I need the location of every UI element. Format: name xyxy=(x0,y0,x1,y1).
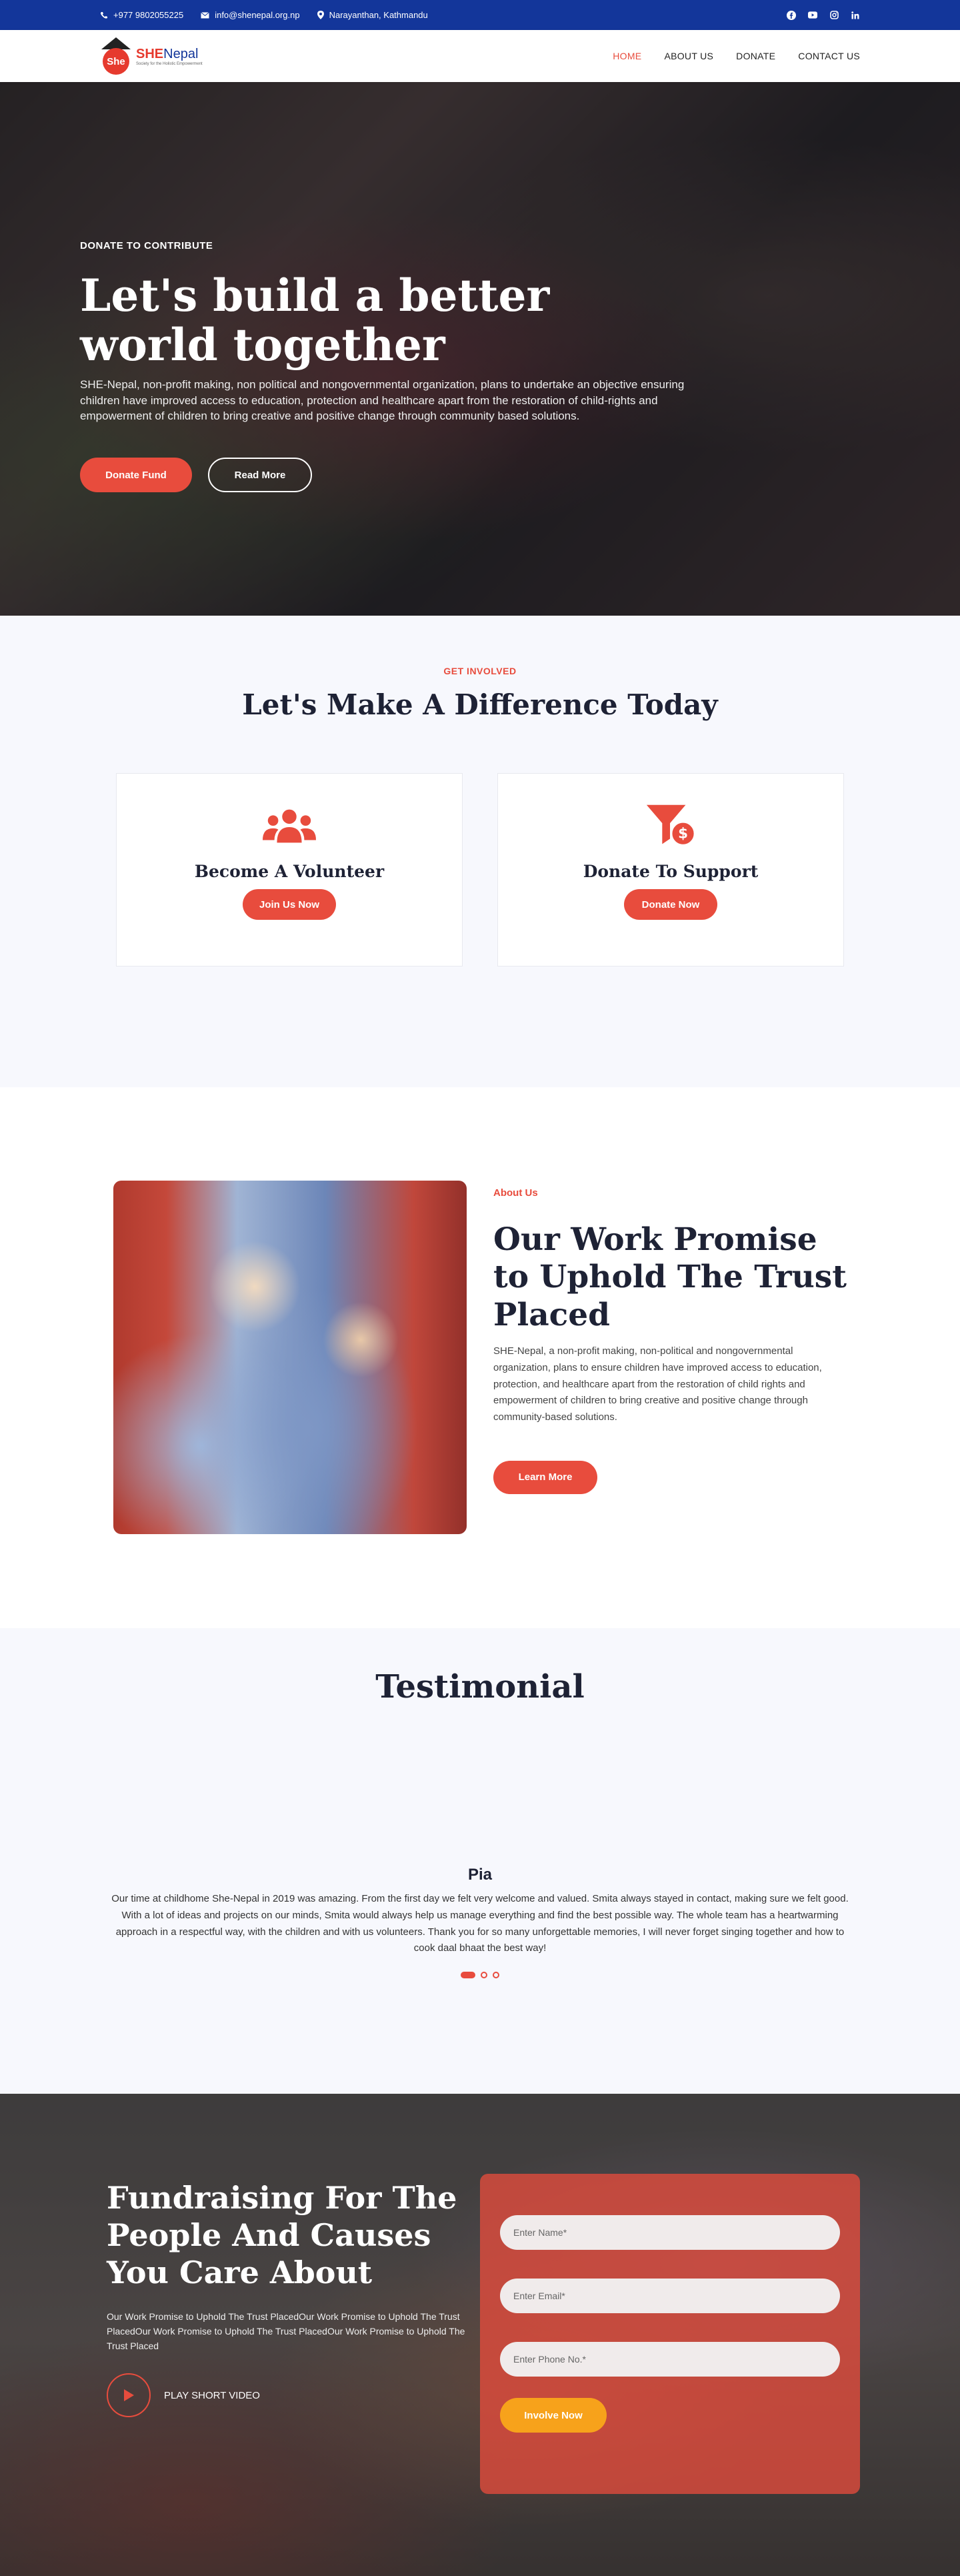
carousel-dot[interactable] xyxy=(481,1972,487,1978)
hero-title: Let's build a better world together xyxy=(80,269,550,371)
involve-form: Involve Now xyxy=(480,2174,860,2494)
phone-input[interactable] xyxy=(500,2342,840,2377)
play-video-label: PLAY SHORT VIDEO xyxy=(164,2389,260,2401)
contact-info: +977 9802055225 info@shenepal.org.np Nar… xyxy=(100,10,428,20)
read-more-button[interactable]: Read More xyxy=(208,458,312,493)
hero-text: SHE-Nepal, non-profit making, non politi… xyxy=(80,378,685,423)
hero-buttons: Donate Fund Read More xyxy=(80,458,720,493)
fundraising-section: Fundraising For The People And Causes Yo… xyxy=(0,2094,960,2576)
testimonial-author: Pia xyxy=(467,1866,493,1884)
testimonial-section: Testimonial Pia Our time at childhome Sh… xyxy=(0,1628,960,2094)
main-navigation: She SHENepal Society for the Holistic Em… xyxy=(0,30,960,82)
carousel-dot[interactable] xyxy=(461,1972,475,1978)
logo-mark: She xyxy=(100,37,132,75)
fundraising-text: Our Work Promise to Uphold The Trust Pla… xyxy=(107,2311,465,2351)
map-pin-icon xyxy=(317,11,324,19)
name-input[interactable] xyxy=(500,2215,840,2250)
play-video[interactable]: PLAY SHORT VIDEO xyxy=(107,2373,467,2418)
email-input[interactable] xyxy=(500,2279,840,2313)
play-icon xyxy=(124,2389,134,2402)
about-content: About Us Our Work Promise to Uphold The … xyxy=(493,1181,847,1494)
users-icon xyxy=(263,806,316,846)
donate-card: $ Donate To Support Donate Now xyxy=(497,773,844,967)
about-label: About Us xyxy=(493,1187,538,1199)
testimonial-title: Testimonial xyxy=(375,1668,585,1706)
nav-item-contact-us[interactable]: CONTACT US xyxy=(798,51,860,61)
join-us-now-button[interactable]: Join Us Now xyxy=(243,889,336,920)
logo-circle: She xyxy=(103,48,129,75)
nav-menu: HOME ABOUT US DONATE CONTACT US xyxy=(613,51,860,61)
donate-fund-button[interactable]: Donate Fund xyxy=(80,458,192,493)
linkedin-icon[interactable] xyxy=(851,11,860,20)
social-links xyxy=(787,10,860,20)
logo-brand-she: SHE xyxy=(136,46,164,61)
get-involved-section: GET INVOLVED Let's Make A Difference Tod… xyxy=(0,616,960,1087)
about-section: About Us Our Work Promise to Uphold The … xyxy=(0,1087,960,1628)
site-logo[interactable]: She SHENepal Society for the Holistic Em… xyxy=(100,37,203,75)
phone-text: +977 9802055225 xyxy=(113,10,184,20)
nav-item-home[interactable]: HOME xyxy=(613,51,641,61)
hero-kicker: DONATE TO CONTRIBUTE xyxy=(80,240,213,251)
donate-now-button[interactable]: Donate Now xyxy=(624,889,717,920)
carousel-dot[interactable] xyxy=(493,1972,499,1978)
about-photo xyxy=(113,1181,467,1534)
volunteer-card: Become A Volunteer Join Us Now xyxy=(116,773,463,967)
location-text: Narayanthan, Kathmandu xyxy=(329,10,428,20)
phone-contact[interactable]: +977 9802055225 xyxy=(100,10,183,20)
involved-eyebrow: GET INVOLVED xyxy=(443,666,517,676)
location-contact: Narayanthan, Kathmandu xyxy=(317,10,428,20)
hero-section: DONATE TO CONTRIBUTE Let's build a bette… xyxy=(0,82,960,616)
instagram-icon[interactable] xyxy=(829,11,839,20)
email-text: info@shenepal.org.np xyxy=(215,10,300,20)
youtube-icon[interactable] xyxy=(808,11,817,20)
svg-text:$: $ xyxy=(678,826,688,842)
logo-tagline: Society for the Holistic Empowerment xyxy=(136,61,203,66)
logo-brand-nepal: Nepal xyxy=(163,46,199,61)
fundraising-content: Fundraising For The People And Causes Yo… xyxy=(107,2179,467,2418)
top-bar: +977 9802055225 info@shenepal.org.np Nar… xyxy=(0,0,960,30)
about-title: Our Work Promise to Uphold The Trust Pla… xyxy=(493,1221,847,1333)
fundraising-title: Fundraising For The People And Causes Yo… xyxy=(107,2180,457,2291)
testimonial-quote: Our time at childhome She-Nepal in 2019 … xyxy=(111,1893,849,1954)
envelope-icon xyxy=(201,11,210,18)
involved-title: Let's Make A Difference Today xyxy=(242,688,718,721)
phone-icon xyxy=(100,11,107,19)
carousel-dots xyxy=(0,1972,960,1978)
funnel-dollar-icon: $ xyxy=(644,804,697,846)
involvement-cards: Become A Volunteer Join Us Now $ Donate … xyxy=(0,773,960,967)
volunteer-card-title: Become A Volunteer xyxy=(194,862,385,881)
hero-content: DONATE TO CONTRIBUTE Let's build a bette… xyxy=(80,240,720,493)
about-text: SHE-Nepal, a non-profit making, non-poli… xyxy=(493,1345,822,1423)
play-button[interactable] xyxy=(107,2373,151,2418)
facebook-icon[interactable] xyxy=(787,10,796,20)
email-contact[interactable]: info@shenepal.org.np xyxy=(201,10,300,20)
nav-item-donate[interactable]: DONATE xyxy=(736,51,775,61)
logo-text: SHENepal Society for the Holistic Empowe… xyxy=(136,47,203,66)
logo-brand: SHENepal xyxy=(136,47,203,62)
learn-more-button[interactable]: Learn More xyxy=(493,1460,597,1494)
donate-card-title: Donate To Support xyxy=(583,862,759,881)
nav-item-about-us[interactable]: ABOUT US xyxy=(664,51,713,61)
involve-now-button[interactable]: Involve Now xyxy=(500,2398,607,2433)
